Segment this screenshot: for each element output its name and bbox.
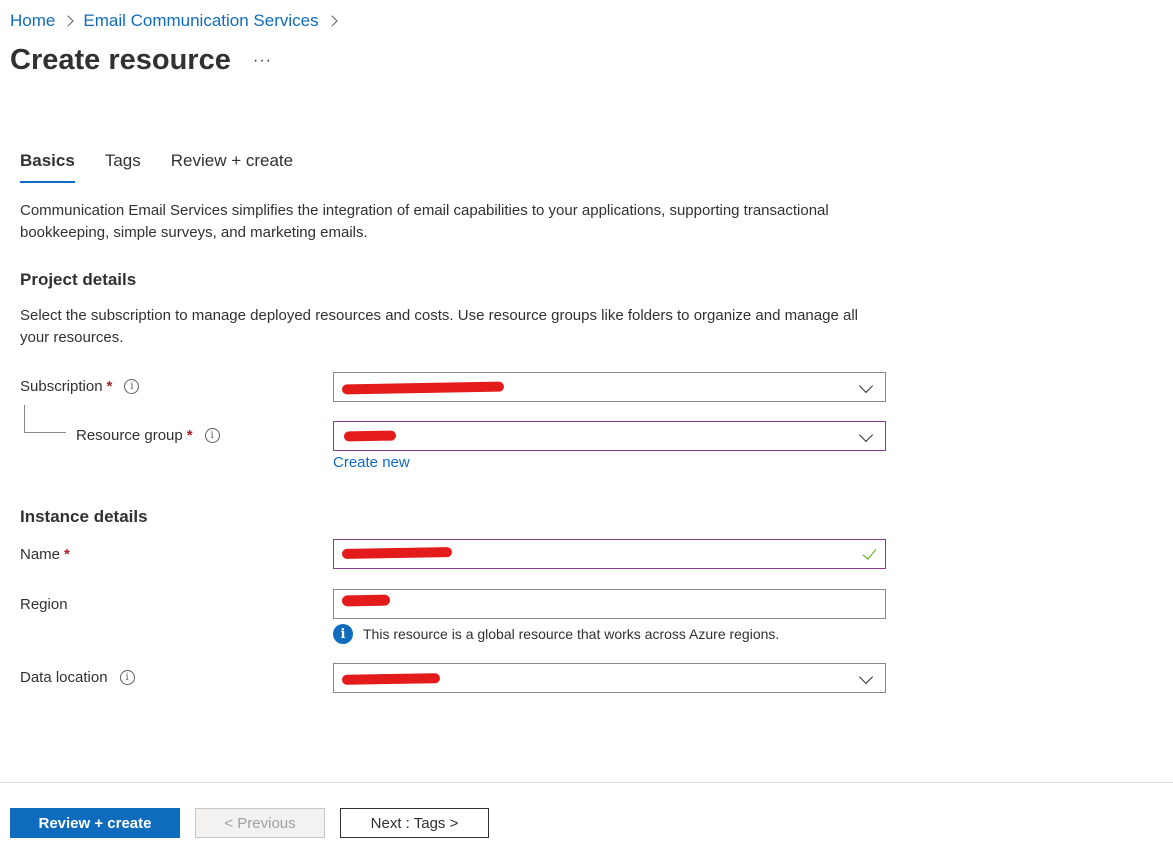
tab-basics[interactable]: Basics (20, 151, 75, 183)
info-filled-icon: i (333, 624, 353, 644)
chevron-down-icon (858, 427, 874, 443)
review-create-button[interactable]: Review + create (10, 808, 180, 838)
region-label-text: Region (20, 596, 68, 613)
breadcrumb-home-link[interactable]: Home (10, 11, 55, 31)
page-title: Create resource (10, 44, 231, 76)
required-marker: * (64, 546, 70, 563)
resource-group-label-text: Resource group (76, 427, 183, 444)
data-location-label: Data location i (20, 669, 135, 686)
info-icon[interactable]: i (124, 379, 140, 394)
resource-group-label: Resource group * i (76, 427, 220, 444)
tree-connector (24, 405, 25, 433)
region-info-text: This resource is a global resource that … (363, 626, 780, 642)
subscription-dropdown[interactable] (333, 372, 886, 402)
redaction-mark (341, 547, 453, 559)
subscription-label: Subscription * i (20, 378, 140, 395)
previous-button[interactable]: < Previous (195, 808, 325, 838)
required-marker: * (186, 427, 193, 444)
tab-bar: Basics Tags Review + create (20, 151, 323, 183)
more-options-icon[interactable]: ··· (253, 52, 272, 70)
chevron-right-icon (62, 15, 75, 27)
required-marker: * (106, 378, 113, 395)
redaction-mark (341, 594, 391, 607)
tree-connector (24, 432, 66, 433)
tab-tags[interactable]: Tags (105, 151, 141, 183)
project-details-title: Project details (20, 270, 137, 289)
name-input[interactable] (333, 539, 886, 569)
region-label: Region (20, 596, 68, 613)
breadcrumb: Home Email Communication Services (10, 10, 347, 32)
footer-divider (0, 782, 1173, 783)
info-icon[interactable]: i (119, 670, 135, 685)
intro-description: Communication Email Services simplifies … (20, 202, 829, 241)
data-location-dropdown[interactable] (333, 663, 886, 693)
checkmark-icon (862, 545, 877, 560)
name-label: Name * (20, 546, 70, 563)
breadcrumb-service-link[interactable]: Email Communication Services (83, 11, 318, 31)
chevron-down-icon (858, 669, 874, 685)
instance-details-title: Instance details (20, 507, 148, 526)
resource-group-dropdown[interactable] (333, 421, 886, 451)
next-tags-button[interactable]: Next : Tags > (340, 808, 489, 838)
redaction-mark (341, 673, 441, 685)
create-new-link[interactable]: Create new (333, 454, 410, 471)
project-details-description: Select the subscription to manage deploy… (20, 307, 858, 346)
redaction-mark (341, 381, 505, 395)
redaction-mark (343, 430, 397, 442)
data-location-label-text: Data location (20, 669, 108, 686)
chevron-down-icon (858, 378, 874, 394)
region-input (333, 589, 886, 619)
tab-review-create[interactable]: Review + create (171, 151, 293, 183)
chevron-right-icon (325, 15, 338, 27)
subscription-label-text: Subscription (20, 378, 103, 395)
region-info-message: i This resource is a global resource tha… (333, 624, 779, 644)
name-label-text: Name (20, 546, 61, 563)
info-icon[interactable]: i (204, 428, 220, 443)
